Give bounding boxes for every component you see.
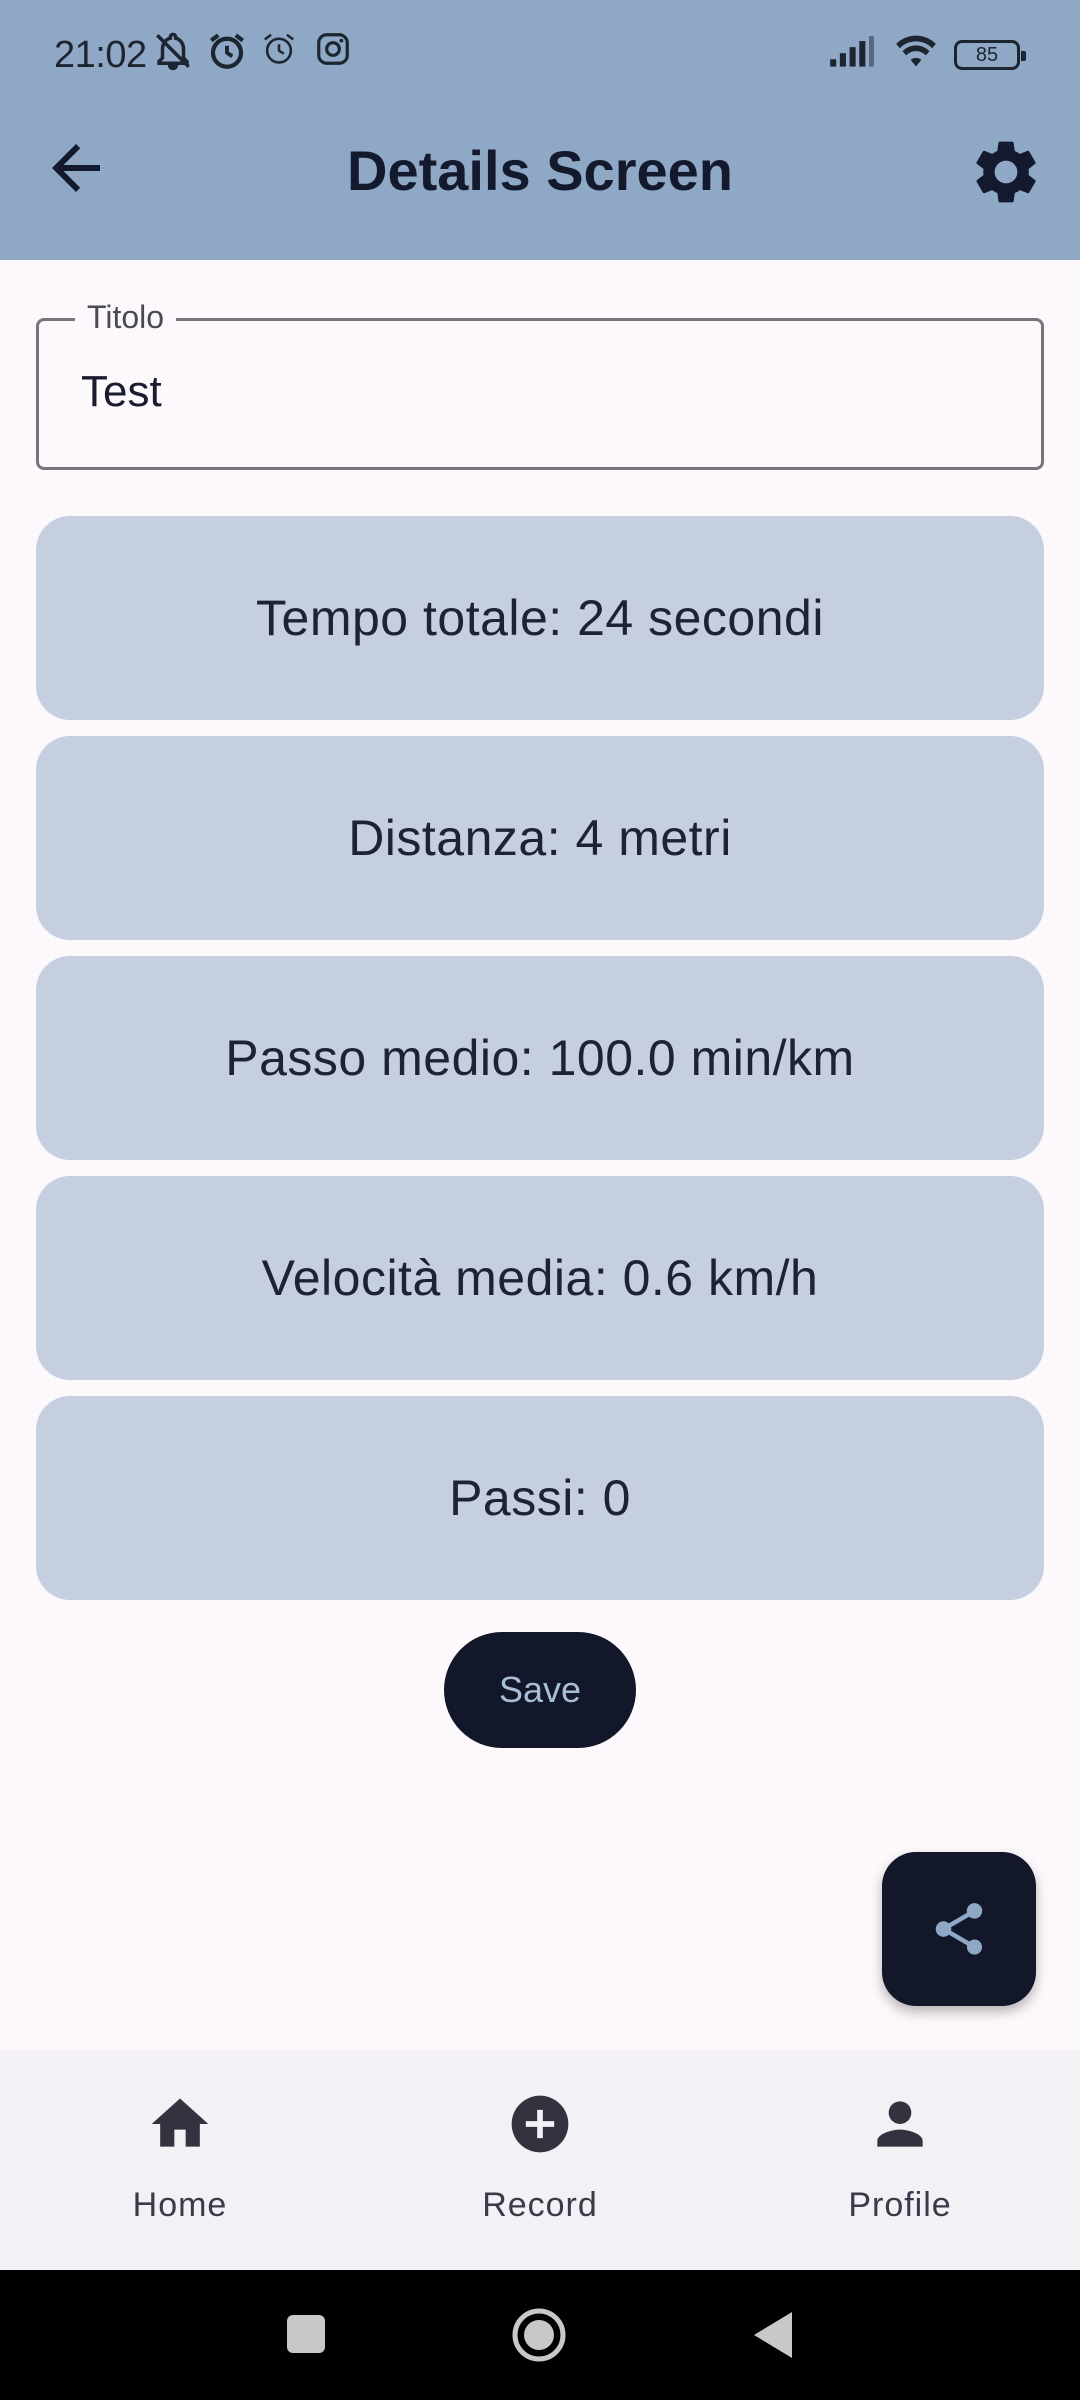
- stat-card-total-time: Tempo totale: 24 secondi: [36, 516, 1044, 720]
- status-bar: 21:02 85: [0, 0, 1080, 110]
- stat-card-steps: Passi: 0: [36, 1396, 1044, 1600]
- nav-item-home[interactable]: Home: [60, 2090, 300, 2240]
- bottom-navigation: Home Record Profile: [0, 2050, 1080, 2270]
- system-status-icons: 85: [826, 34, 1026, 75]
- home-circle-icon[interactable]: [510, 2306, 568, 2364]
- bell-off-icon: [152, 30, 194, 74]
- home-icon: [151, 2098, 209, 2147]
- add-circle-icon: [511, 2095, 569, 2153]
- page-title: Details Screen: [347, 139, 733, 202]
- title-field[interactable]: Titolo Test: [36, 299, 1044, 470]
- share-icon: [935, 1903, 983, 1955]
- nav-item-record[interactable]: Record: [420, 2090, 660, 2240]
- person-icon: [877, 2101, 923, 2147]
- nav-item-label: Home: [132, 2186, 228, 2224]
- wifi-icon: [894, 34, 938, 75]
- notification-icons: [152, 30, 356, 74]
- system-navigation-bar: [0, 2270, 1080, 2400]
- gear-icon: [976, 141, 1036, 203]
- stat-card-distance: Distanza: 4 metri: [36, 736, 1044, 940]
- stat-card-average-speed: Velocità media: 0.6 km/h: [36, 1176, 1044, 1380]
- app-bar: 21:02 85 Details Screen: [0, 0, 1080, 260]
- share-fab[interactable]: [882, 1852, 1036, 2006]
- nav-item-label: Record: [482, 2186, 598, 2224]
- save-button[interactable]: Save: [444, 1632, 636, 1748]
- settings-button[interactable]: [968, 134, 1044, 210]
- stat-text: Velocità media: 0.6 km/h: [261, 1250, 819, 1306]
- stat-text: Tempo totale: 24 secondi: [256, 590, 824, 646]
- battery-icon: 85: [954, 39, 1026, 70]
- back-triangle-icon[interactable]: [752, 2310, 794, 2360]
- alarm-icon: [206, 30, 248, 74]
- title-field-label: Titolo: [75, 299, 177, 336]
- title-field-value[interactable]: Test: [81, 367, 162, 417]
- alarm-icon: [260, 30, 302, 74]
- nav-item-profile[interactable]: Profile: [780, 2090, 1020, 2240]
- nav-item-label: Profile: [848, 2186, 952, 2224]
- instagram-icon: [314, 30, 356, 74]
- recents-square-icon[interactable]: [286, 2314, 326, 2354]
- status-time: 21:02: [54, 34, 147, 76]
- signal-icon: [826, 35, 878, 74]
- stat-card-average-pace: Passo medio: 100.0 min/km: [36, 956, 1044, 1160]
- stat-text: Passi: 0: [449, 1470, 631, 1526]
- stat-text: Passo medio: 100.0 min/km: [225, 1030, 855, 1086]
- stat-text: Distanza: 4 metri: [348, 810, 732, 866]
